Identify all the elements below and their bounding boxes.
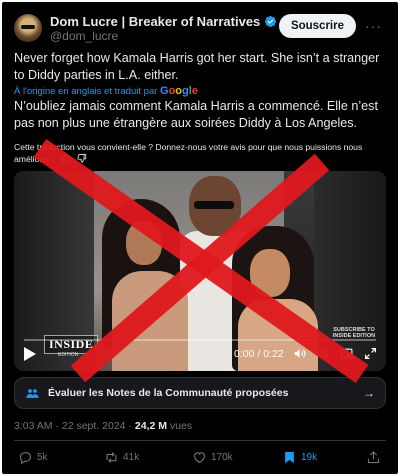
- meta-separator: ·: [128, 420, 132, 432]
- like-button[interactable]: 170k: [192, 450, 233, 465]
- translation-attribution-label: À l'origine en anglais et traduit par: [14, 86, 158, 97]
- meta-separator: ·: [55, 420, 59, 432]
- google-logo: Google: [160, 85, 198, 97]
- share-button[interactable]: [366, 450, 381, 465]
- tweet-date[interactable]: 22 sept. 2024: [62, 420, 126, 432]
- tweet-time[interactable]: 3:03 AM: [14, 420, 53, 432]
- tweet-text: Never forget how Kamala Harris got her s…: [14, 51, 380, 82]
- arrow-right-icon: →: [363, 386, 375, 400]
- share-icon: [367, 451, 380, 464]
- video-player[interactable]: INSIDE EDITION SUBSCRIBE TO INSIDE EDITI…: [14, 171, 386, 371]
- translation-attribution[interactable]: À l'origine en anglais et traduit par Go…: [14, 85, 198, 97]
- fullscreen-icon[interactable]: [364, 347, 377, 360]
- translated-text: N’oubliez jamais comment Kamala Harris a…: [14, 99, 378, 130]
- tweet-card: Dom Lucre | Breaker of Narratives @dom_l…: [0, 0, 400, 476]
- settings-gear-icon[interactable]: [317, 347, 330, 360]
- reply-button[interactable]: 5k: [18, 450, 48, 465]
- community-notes-icon: [26, 388, 39, 398]
- avatar[interactable]: [14, 14, 42, 42]
- divider: [14, 440, 386, 441]
- volume-icon[interactable]: [293, 347, 306, 360]
- thumbs-up-icon[interactable]: [61, 153, 71, 163]
- reply-count: 5k: [37, 452, 48, 463]
- like-count: 170k: [211, 452, 233, 463]
- repost-button[interactable]: 41k: [104, 450, 139, 465]
- author-display-name[interactable]: Dom Lucre | Breaker of Narratives: [50, 14, 260, 29]
- bookmark-icon: [285, 451, 294, 464]
- views-count: 24,2 M: [134, 420, 167, 432]
- heart-icon: [193, 452, 206, 464]
- action-bar: 5k 41k 170k 19k: [16, 448, 384, 470]
- video-time: 0:00 / 0:22: [234, 348, 284, 360]
- bookmark-count: 19k: [301, 452, 318, 463]
- reply-icon: [19, 451, 32, 465]
- tweet-header: Dom Lucre | Breaker of Narratives @dom_l…: [14, 14, 386, 44]
- tweet-meta: 3:03 AM · 22 sept. 2024 · 24,2 M vues: [14, 420, 192, 432]
- community-notes-bar[interactable]: Évaluer les Notes de la Communauté propo…: [14, 377, 386, 409]
- subscribe-watermark: SUBSCRIBE TO INSIDE EDITION: [332, 327, 376, 339]
- repost-count: 41k: [123, 452, 140, 463]
- translation-feedback: Cette traduction vous convient-elle ? Do…: [14, 141, 384, 165]
- inside-edition-watermark-sub: EDITION: [58, 352, 79, 358]
- pip-icon[interactable]: [340, 347, 353, 360]
- views-label: vues: [169, 420, 193, 432]
- author-name-row[interactable]: Dom Lucre | Breaker of Narratives: [50, 14, 277, 29]
- more-dots-icon[interactable]: ···: [365, 18, 382, 34]
- bookmark-button[interactable]: 19k: [282, 450, 317, 465]
- verified-badge-icon: [265, 15, 277, 28]
- video-progress-bar[interactable]: [24, 339, 376, 341]
- community-notes-label: Évaluer les Notes de la Communauté propo…: [48, 387, 289, 399]
- author-handle[interactable]: @dom_lucre: [50, 29, 118, 43]
- subscribe-button[interactable]: Souscrire: [278, 14, 356, 38]
- play-icon[interactable]: [24, 347, 36, 361]
- repost-icon: [106, 452, 117, 463]
- thumbs-down-icon[interactable]: [77, 153, 87, 163]
